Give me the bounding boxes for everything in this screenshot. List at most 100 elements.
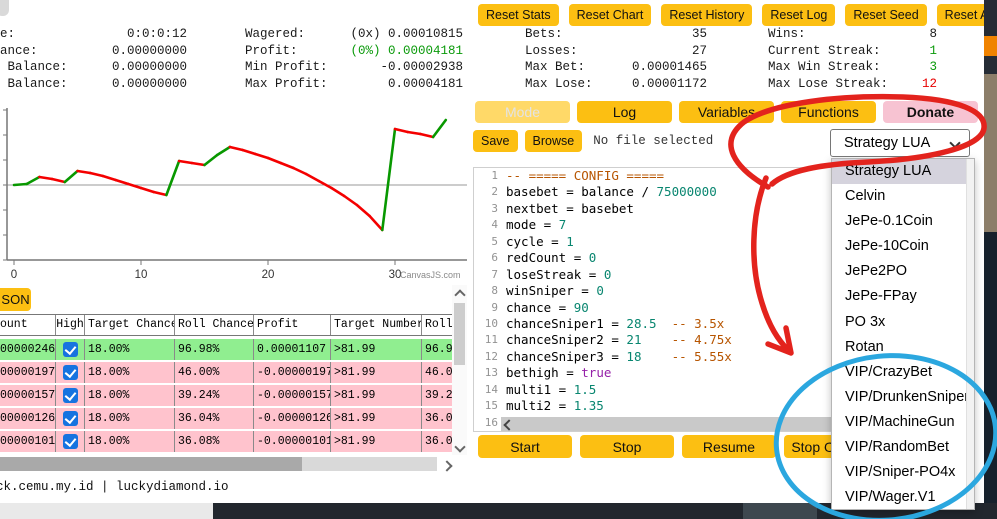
stat-value: 0.00001465 — [631, 60, 707, 74]
tab-button[interactable]: Variables — [679, 101, 774, 123]
cell-high — [56, 408, 85, 429]
table-vertical-scrollbar[interactable] — [452, 285, 467, 455]
stat-value: 8 — [929, 27, 937, 41]
line-number: 5 — [491, 234, 498, 248]
table-horizontal-scrollbar[interactable] — [0, 457, 456, 472]
control-button[interactable]: Start — [478, 435, 572, 458]
strategy-dropdown-list: Strategy LUA Celvin JePe-0.1Coin JePe-10Coi… — [831, 158, 975, 510]
cell-profit: -0.00000126 — [254, 408, 331, 429]
scroll-left-icon[interactable] — [503, 419, 515, 431]
bot-tabs: Mode Log Variables Functions Donate — [475, 101, 978, 123]
reset-button[interactable]: Reset Chart — [568, 4, 652, 26]
json-button[interactable]: SON — [0, 288, 31, 311]
high-checkbox[interactable] — [62, 411, 78, 426]
tab-button[interactable]: Mode — [475, 101, 570, 123]
stat-row: Wins: 8 — [768, 26, 937, 43]
dropdown-option[interactable]: JePe2PO — [832, 259, 974, 284]
cell-roll: 96.98 — [425, 343, 456, 356]
file-bar: Save Browse No file selected — [473, 130, 713, 152]
table-row: 00000126 18.00% 36.04% -0.00000126 >81.9… — [0, 408, 456, 429]
stat-value: 12 — [921, 76, 937, 91]
line-number: 12 — [484, 349, 498, 363]
browse-button[interactable]: Browse — [524, 130, 583, 152]
stat-label: Current Streak: — [768, 43, 881, 58]
tab-button[interactable]: Log — [577, 101, 672, 123]
cell-target-number: >81.99 — [331, 431, 422, 452]
stat-row: Balance: 0.00000000 — [0, 59, 188, 76]
column-header: ount — [0, 315, 56, 335]
dropdown-option[interactable]: VIP/RandomBet — [832, 435, 974, 460]
cell-roll: 46.00 — [425, 366, 456, 379]
cell-roll-chance: 96.98% — [175, 339, 254, 360]
stat-value: 0:0:0:12 — [126, 27, 187, 41]
stat-row: Losses: 27 — [525, 43, 707, 60]
stat-value: 0.00000000 — [111, 60, 187, 74]
dropdown-option[interactable]: VIP/CrazyBet — [832, 360, 974, 385]
horizontal-scroll-thumb[interactable] — [0, 457, 302, 471]
taskbar-item-light[interactable] — [0, 503, 213, 519]
column-header: Target Chance — [85, 315, 175, 335]
dropdown-option[interactable]: JePe-0.1Coin — [832, 209, 974, 234]
stat-row: Bets: 35 — [525, 26, 707, 43]
dropdown-option[interactable]: VIP/DrunkenSniper — [832, 385, 974, 410]
dropdown-option[interactable]: Rotan — [832, 335, 974, 360]
cell-profit: -0.00000197 — [254, 362, 331, 383]
line-number: 3 — [491, 201, 498, 215]
scroll-down-icon[interactable] — [454, 441, 466, 453]
tab-button[interactable]: Functions — [781, 101, 876, 123]
dropdown-option[interactable]: PO 3x — [832, 310, 974, 335]
dropdown-scrollbar[interactable] — [966, 159, 974, 509]
cell-roll-chance: 39.24% — [175, 385, 254, 406]
table-row: 00000157 18.00% 39.24% -0.00000157 >81.9… — [0, 385, 456, 406]
high-checkbox[interactable] — [62, 342, 78, 357]
stat-row: Min Profit: -0.00002938 — [245, 59, 463, 76]
save-button[interactable]: Save — [473, 130, 518, 152]
stat-label: Wins: — [768, 27, 806, 41]
stat-value: 0.00004181 — [387, 76, 463, 91]
dropdown-option[interactable]: VIP/Sniper-PO4x — [832, 460, 974, 485]
cell-profit: 0.00001107 — [254, 339, 331, 360]
table-header-row: ount High Target Chance Roll Chance Profit Ta… — [0, 314, 456, 336]
control-button[interactable]: Resume — [682, 435, 776, 458]
stat-label: Min Profit: — [245, 60, 328, 74]
tab-button[interactable]: Donate — [883, 101, 978, 123]
table-row: 00000197 18.00% 46.00% -0.00000197 >81.9… — [0, 362, 456, 383]
stat-row: Max Lose: 0.00001172 — [525, 76, 707, 93]
high-checkbox[interactable] — [62, 365, 78, 380]
stat-value: 35 — [691, 27, 707, 41]
cell-roll: 36.08 — [425, 435, 456, 448]
stat-value: 3 — [929, 60, 937, 74]
high-checkbox[interactable] — [62, 388, 78, 403]
line-number: 9 — [491, 300, 498, 314]
stat-label: Bets: — [525, 27, 563, 41]
reset-button[interactable]: Reset History — [661, 4, 753, 26]
toggle-switch-partial[interactable] — [0, 0, 9, 16]
dropdown-option[interactable]: JePe-FPay — [832, 284, 974, 309]
reset-button[interactable]: Reset Seed — [845, 4, 927, 26]
stat-row: Max Win Streak: 3 — [768, 59, 937, 76]
dropdown-option[interactable]: VIP/Wager.V1 — [832, 485, 974, 510]
line-number: 7 — [491, 267, 498, 281]
taskbar-item-dark[interactable] — [743, 503, 817, 519]
stat-label: Losses: — [525, 43, 578, 58]
strategy-select[interactable]: Strategy LUA — [830, 129, 970, 157]
stat-label: Balance: — [0, 76, 68, 91]
dropdown-option[interactable]: Strategy LUA — [832, 159, 974, 185]
vertical-scroll-thumb[interactable] — [454, 303, 465, 365]
dropdown-option[interactable]: Celvin — [832, 184, 974, 209]
stat-label: Wagered: — [245, 27, 306, 41]
high-checkbox[interactable] — [62, 434, 78, 449]
stats-column-profit: Wagered: (0x) 0.00010815 Profit: (0%) 0.000… — [245, 26, 463, 92]
dicebot-app: Reset Stats Reset Chart Reset History Reset… — [0, 0, 997, 519]
line-number: 11 — [484, 333, 498, 347]
control-button[interactable]: Stop — [580, 435, 674, 458]
dropdown-option[interactable]: JePe-10Coin — [832, 234, 974, 259]
reset-button[interactable]: Reset Log — [762, 4, 836, 26]
scroll-right-button[interactable] — [437, 457, 456, 472]
dropdown-option[interactable]: VIP/MachineGun — [832, 410, 974, 435]
scroll-up-icon[interactable] — [454, 289, 466, 301]
stat-value: 0.00000000 — [111, 43, 187, 58]
column-header: Profit — [254, 315, 331, 335]
reset-button[interactable]: Reset Stats — [478, 4, 559, 26]
cell-target-number: >81.99 — [331, 408, 422, 429]
